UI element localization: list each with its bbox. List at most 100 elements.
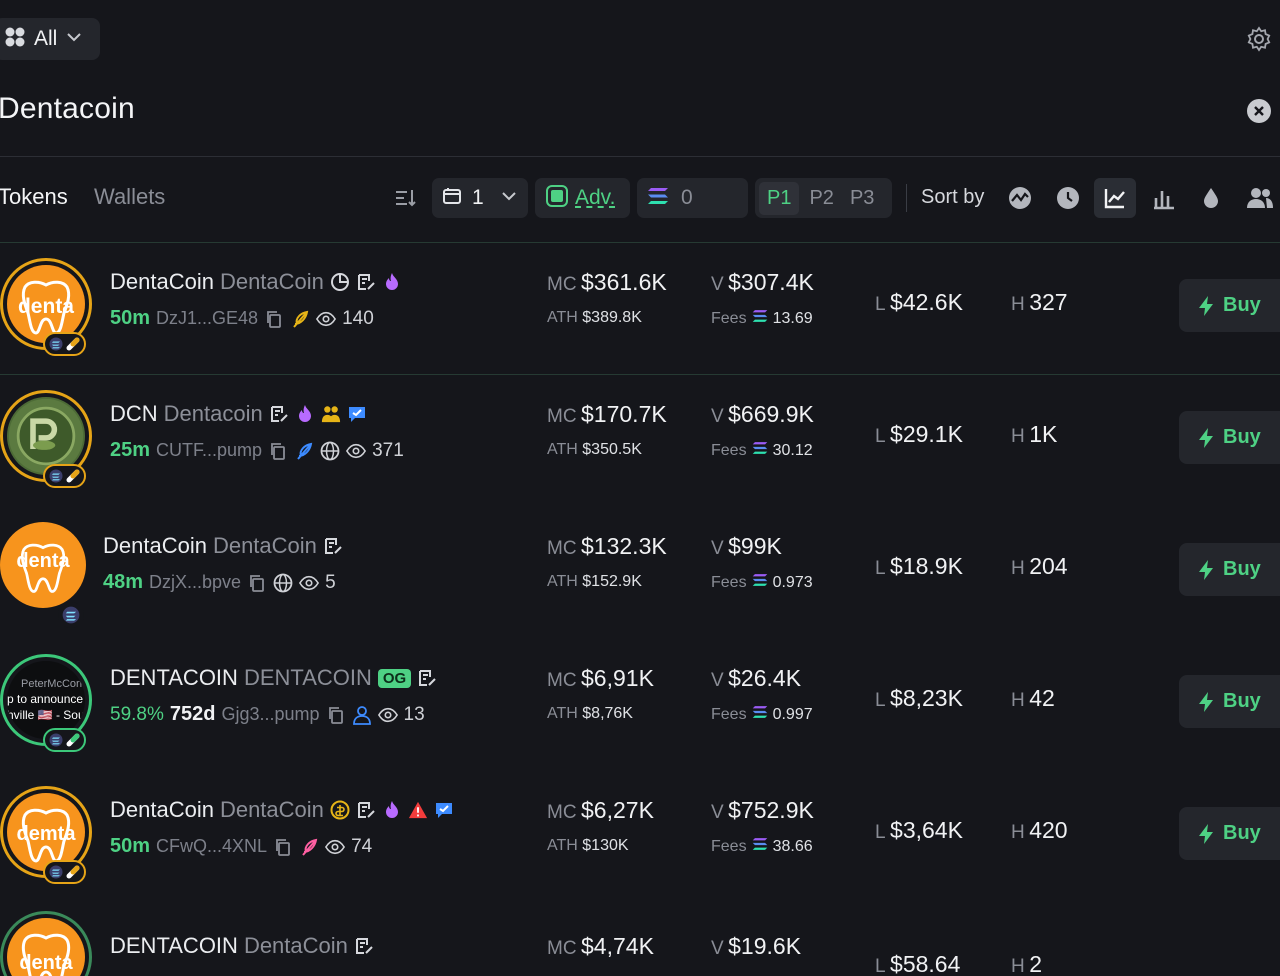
- gear-icon[interactable]: [1246, 26, 1272, 52]
- holders-label: H: [1011, 294, 1025, 315]
- volume: $19.6K: [728, 933, 802, 959]
- fire-icon: [382, 272, 402, 292]
- chain-badge: [43, 728, 86, 752]
- globe-icon[interactable]: [320, 441, 340, 461]
- token-age: 48m: [103, 571, 144, 593]
- avatar-line: p to announce: [7, 692, 84, 706]
- copy-icon[interactable]: [268, 441, 288, 461]
- edit-note-icon[interactable]: [269, 404, 289, 424]
- tab-wallets[interactable]: Wallets: [94, 184, 165, 210]
- viewer-count: 74: [351, 835, 373, 857]
- holders-sort-icon[interactable]: [1246, 184, 1274, 212]
- sol-amount-input[interactable]: 0: [637, 178, 748, 218]
- preset-p2[interactable]: P2: [803, 182, 839, 215]
- edit-note-icon[interactable]: [356, 800, 376, 820]
- globe-icon[interactable]: [273, 573, 293, 593]
- token-address[interactable]: CFwQ...4XNL: [156, 836, 267, 857]
- token-address[interactable]: DzJ1...GE48: [156, 308, 258, 329]
- edit-note-icon[interactable]: [356, 272, 376, 292]
- adv-label: Adv.: [575, 186, 616, 209]
- buy-button[interactable]: Buy: [1179, 807, 1280, 860]
- holders: 2: [1029, 951, 1042, 976]
- user-icon[interactable]: [352, 705, 372, 725]
- buy-label: Buy: [1223, 294, 1261, 316]
- copy-icon[interactable]: [273, 837, 293, 857]
- fees-label: Fees: [711, 441, 747, 459]
- ath-label: ATH: [547, 309, 578, 326]
- edit-note-icon[interactable]: [354, 936, 374, 956]
- token-ticker: DENTACOIN: [243, 665, 372, 690]
- edit-note-icon[interactable]: [323, 536, 343, 556]
- table-row[interactable]: denta DentaCoin DentaCoin 48m DzjX...bpv…: [0, 507, 1280, 638]
- copy-icon[interactable]: [247, 573, 267, 593]
- token-address[interactable]: Gjg3...pump: [221, 704, 319, 725]
- token-name[interactable]: DentaCoin: [103, 533, 207, 559]
- fees-value: 38.66: [772, 837, 813, 855]
- feather-icon[interactable]: [290, 309, 310, 329]
- mc-label: MC: [547, 274, 577, 295]
- token-name[interactable]: DentaCoin: [110, 797, 214, 823]
- og-badge: OG: [377, 668, 412, 688]
- tab-tokens[interactable]: Tokens: [0, 184, 68, 210]
- table-row[interactable]: denta DENTACOIN DentaCoin MC $4,74K V $1…: [0, 903, 1280, 976]
- avatar: denta: [0, 911, 92, 976]
- search-input[interactable]: Dentacoin: [0, 92, 135, 126]
- copy-icon[interactable]: [264, 309, 284, 329]
- chain-badge: [43, 464, 86, 488]
- volume-sort-icon[interactable]: [1150, 184, 1178, 212]
- chain-badge: [43, 332, 86, 356]
- folder-dropdown[interactable]: 1: [432, 178, 528, 218]
- preset-p1[interactable]: P1: [759, 181, 800, 215]
- token-name[interactable]: DCN: [110, 401, 158, 427]
- token-age: 25m: [110, 439, 151, 461]
- clock-sort-icon[interactable]: [1054, 184, 1082, 212]
- pie-chart-icon[interactable]: [330, 272, 350, 292]
- preset-p3[interactable]: P3: [844, 182, 880, 215]
- dev-team-icon: [321, 404, 341, 424]
- token-name[interactable]: DentaCoin: [110, 269, 214, 295]
- close-icon[interactable]: [1247, 99, 1271, 123]
- token-age: 50m: [110, 307, 151, 329]
- fees-value: 0.973: [772, 573, 813, 591]
- table-row[interactable]: PeterMcCorm p to announce hville 🇺🇸 - So…: [0, 639, 1280, 770]
- table-row[interactable]: DCN Dentacoin 25m CUTF...pump 371 MC $17…: [0, 375, 1280, 506]
- trending-sort-icon[interactable]: [1006, 184, 1034, 212]
- token-address[interactable]: CUTF...pump: [156, 440, 262, 461]
- edit-note-icon[interactable]: [417, 668, 437, 688]
- market-cap: $361.6K: [581, 269, 667, 295]
- ath-value: $8,76K: [582, 705, 633, 722]
- eye-icon: [377, 705, 398, 725]
- copy-icon[interactable]: [326, 705, 346, 725]
- preset-group: P1 P2 P3: [755, 178, 892, 218]
- list-filter-icon[interactable]: [393, 186, 417, 215]
- token-ticker: DentaCoin: [243, 933, 348, 958]
- advanced-filter-button[interactable]: Adv.: [535, 178, 630, 218]
- buy-button[interactable]: Buy: [1179, 543, 1280, 596]
- mc-label: MC: [547, 538, 577, 559]
- buy-button[interactable]: Buy: [1179, 411, 1280, 464]
- holders: 204: [1029, 553, 1068, 579]
- market-cap-sort-icon[interactable]: [1094, 178, 1136, 218]
- table-row[interactable]: demta DentaCoin DentaCoin 50m CFwQ...4XN…: [0, 771, 1280, 902]
- feather-icon[interactable]: [294, 441, 314, 461]
- viewer-count: 13: [403, 703, 425, 725]
- fees-value: 30.12: [772, 441, 813, 459]
- token-address[interactable]: DzjX...bpve: [149, 572, 241, 593]
- chain-filter-dropdown[interactable]: All: [0, 18, 100, 60]
- table-row[interactable]: denta DentaCoin DentaCoin 50m DzJ1...GE4…: [0, 243, 1280, 375]
- holders: 327: [1029, 289, 1068, 315]
- buy-button[interactable]: Buy: [1179, 279, 1280, 332]
- token-age: 50m: [110, 835, 151, 857]
- token-name[interactable]: DENTACOIN: [110, 665, 238, 691]
- buy-button[interactable]: Buy: [1179, 675, 1280, 728]
- token-name[interactable]: DENTACOIN: [110, 933, 238, 959]
- feather-icon[interactable]: [299, 837, 319, 857]
- holders: 42: [1029, 685, 1055, 711]
- liquidity-sort-icon[interactable]: [1197, 184, 1225, 212]
- token-ticker: Dentacoin: [163, 401, 263, 426]
- volume-label: V: [711, 802, 724, 823]
- token-ticker: DentaCoin: [219, 797, 324, 822]
- volume: $752.9K: [728, 797, 814, 823]
- market-cap: $6,91K: [581, 665, 654, 691]
- volume: $307.4K: [728, 269, 814, 295]
